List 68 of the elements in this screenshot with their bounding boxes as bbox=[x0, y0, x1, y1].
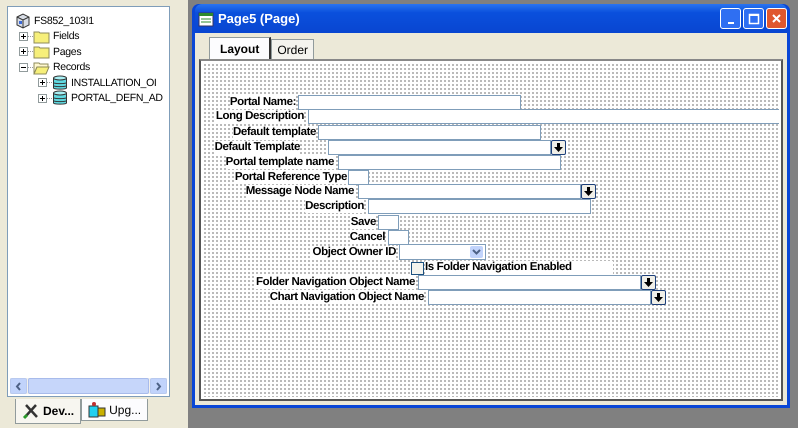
database-icon bbox=[52, 90, 68, 106]
tree-item[interactable]: Fields bbox=[53, 30, 82, 42]
field-label: Long Description bbox=[216, 110, 304, 123]
tree-item[interactable]: Records bbox=[53, 61, 92, 74]
input-field[interactable] bbox=[388, 230, 409, 245]
page-icon bbox=[198, 10, 214, 26]
field-label: Is Folder Navigation Enabled bbox=[425, 261, 613, 274]
tree-item[interactable]: Pages bbox=[53, 46, 84, 58]
dropdown-button[interactable] bbox=[651, 290, 666, 305]
field-label: Default Template bbox=[214, 141, 300, 154]
field-label: Object Owner ID bbox=[312, 246, 396, 259]
tab[interactable]: Order bbox=[271, 39, 314, 59]
horizontal-scrollbar[interactable] bbox=[10, 378, 167, 394]
minimize-icon bbox=[728, 22, 734, 24]
input-field[interactable] bbox=[338, 155, 561, 170]
panel-tab[interactable]: Upg... bbox=[81, 399, 148, 421]
input-field[interactable] bbox=[378, 215, 399, 230]
expander-icon[interactable] bbox=[19, 62, 28, 72]
input-field[interactable] bbox=[368, 199, 591, 214]
field-label: Folder Navigation Object Name bbox=[256, 276, 415, 289]
scroll-left-button[interactable] bbox=[10, 378, 27, 394]
tree-item[interactable]: FS852_103I1 bbox=[34, 14, 96, 27]
input-field[interactable] bbox=[308, 109, 779, 124]
down-arrow-icon bbox=[554, 143, 563, 152]
field-label: Cancel bbox=[350, 231, 385, 244]
field-label: Portal Reference Type bbox=[234, 171, 347, 184]
input-field[interactable] bbox=[418, 275, 641, 290]
tab[interactable]: Layout bbox=[209, 37, 272, 59]
dropdown-button[interactable] bbox=[641, 275, 656, 290]
chevron-left-icon bbox=[15, 382, 22, 390]
dropdown-button[interactable] bbox=[551, 140, 566, 155]
input-field[interactable] bbox=[348, 170, 369, 185]
field-label: Description bbox=[305, 200, 364, 213]
input-field[interactable] bbox=[328, 140, 551, 155]
database-icon bbox=[52, 74, 68, 91]
maximize-button[interactable] bbox=[743, 8, 764, 29]
input-field[interactable] bbox=[358, 184, 581, 199]
panel-tab[interactable]: Dev... bbox=[15, 399, 82, 424]
input-field[interactable] bbox=[298, 95, 521, 110]
expander-icon[interactable] bbox=[38, 78, 47, 88]
scroll-right-button[interactable] bbox=[150, 378, 167, 394]
expander-icon[interactable] bbox=[19, 47, 28, 56]
close-icon bbox=[771, 13, 782, 24]
input-field[interactable] bbox=[428, 290, 651, 305]
dropdown-button[interactable] bbox=[581, 184, 596, 199]
chevron-right-icon bbox=[155, 382, 162, 390]
tree-item[interactable]: PORTAL_DEFN_AD bbox=[71, 92, 165, 104]
field-label: Portal Name: bbox=[230, 96, 296, 109]
folder-icon bbox=[33, 44, 50, 60]
maximize-icon bbox=[748, 12, 760, 24]
field-label: Default template bbox=[232, 126, 316, 139]
scroll-thumb[interactable] bbox=[28, 378, 149, 394]
dropdown-arrow-icon bbox=[470, 246, 483, 258]
checkbox[interactable] bbox=[411, 262, 424, 275]
field-label: Save bbox=[350, 216, 376, 229]
expander-icon[interactable] bbox=[19, 32, 28, 41]
expander-icon[interactable] bbox=[38, 94, 47, 103]
field-label: Chart Navigation Object Name bbox=[270, 291, 424, 304]
minimize-button[interactable] bbox=[720, 8, 741, 29]
input-field[interactable] bbox=[318, 125, 541, 140]
close-button[interactable] bbox=[766, 8, 787, 29]
window-title: Page5 (Page) bbox=[218, 11, 300, 26]
folder-icon bbox=[33, 28, 50, 44]
down-arrow-icon bbox=[584, 187, 593, 196]
field-label: Portal template name bbox=[226, 156, 334, 169]
field-label: Message Node Name bbox=[246, 185, 354, 198]
open-folder-icon bbox=[33, 60, 50, 75]
tree-item[interactable]: INSTALLATION_OI bbox=[71, 76, 159, 89]
